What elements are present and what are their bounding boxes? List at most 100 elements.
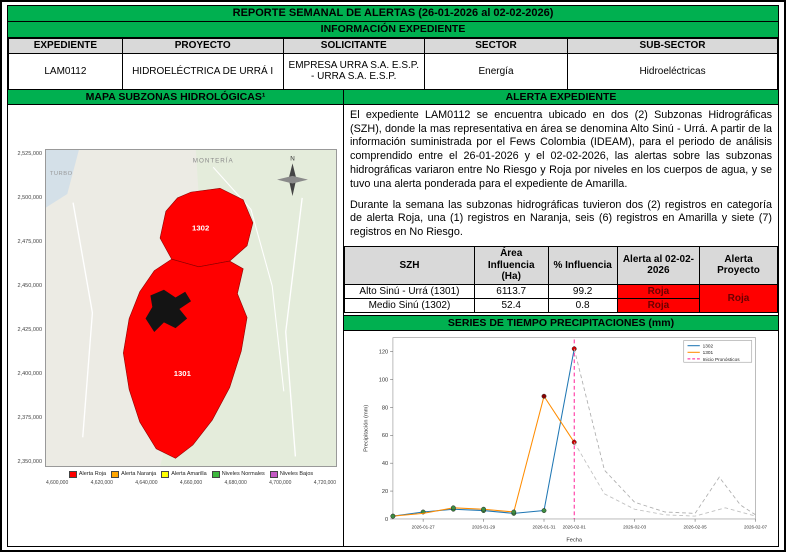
y-axis-label: 2,400,000 [17, 370, 42, 377]
y-axis-label: 2,375,000 [17, 414, 42, 421]
alert-paragraph-1: El expediente LAM0112 se encuentra ubica… [350, 108, 772, 190]
page-title: REPORTE SEMANAL DE ALERTAS (26-01-2026 a… [8, 6, 778, 23]
legend-label: Alerta Naranja [121, 471, 157, 478]
cell-szh-name: Medio Sinú (1302) [344, 297, 475, 313]
svg-text:60: 60 [382, 433, 388, 439]
col-header-sector: SECTOR [423, 37, 569, 54]
value-subsector: Hidroeléctricas [567, 52, 778, 90]
y-axis-label: 2,500,000 [17, 194, 42, 201]
svg-text:2026-02-05: 2026-02-05 [684, 524, 708, 529]
svg-text:Fecha: Fecha [566, 537, 583, 543]
svg-text:2026-01-27: 2026-01-27 [412, 524, 436, 529]
section-headers-row: MAPA SUBZONAS HIDROLÓGICAS¹ ALERTA EXPED… [8, 89, 778, 105]
cell-area: 6113.7 [473, 283, 549, 299]
main-content: 2,525,000 2,500,000 2,475,000 2,450,000 … [8, 104, 778, 546]
x-axis-label: 4,720,000 [313, 479, 336, 486]
map-canvas: 1302 1301 MONTERÍA TURBO N [46, 149, 336, 466]
info-table-header-row: EXPEDIENTE PROYECTO SOLICITANTE SECTOR S… [8, 37, 778, 54]
section-header-mapa-subzonas: MAPA SUBZONAS HIDROLÓGICAS¹ [8, 89, 344, 104]
section-header-informacion-expediente: INFORMACIÓN EXPEDIENTE [8, 22, 778, 38]
zone-label-1302: 1302 [192, 223, 209, 232]
svg-text:80: 80 [382, 405, 388, 411]
x-axis-label: 4,600,000 [46, 479, 69, 486]
value-proyecto: HIDROELÉCTRICA DE URRÁ I [121, 52, 284, 90]
col-header-expediente: EXPEDIENTE [8, 37, 123, 54]
legend-item-alerta-naranja: Alerta Naranja [111, 470, 157, 478]
svg-text:Precipitación (mm): Precipitación (mm) [363, 404, 369, 451]
svg-text:2026-01-31: 2026-01-31 [532, 524, 556, 529]
szh-alert-table: SZH Área Influencia (Ha) % Influencia Al… [344, 246, 778, 313]
legend-item-alerta-roja: Alerta Roja [68, 470, 107, 478]
legend-item-niveles-bajos: Niveles Bajos [269, 470, 314, 478]
table-row-alto-sinu: Alto Sinú - Urrá (1301) 6113.7 99.2 Roja… [344, 283, 778, 313]
y-axis-label: 2,425,000 [17, 326, 42, 333]
legend-swatch-naranja [111, 470, 120, 478]
legend-swatch-normales [211, 470, 220, 478]
legend-swatch-amarilla [161, 470, 170, 478]
value-expediente: LAM0112 [8, 52, 123, 90]
y-axis-label: 2,475,000 [17, 238, 42, 245]
alert-section: El expediente LAM0112 se encuentra ubica… [344, 105, 778, 546]
col-header-solicitante: SOLICITANTE [282, 37, 426, 54]
svg-text:120: 120 [379, 349, 388, 355]
legend-swatch-roja [68, 470, 77, 478]
compass-north-label: N [290, 155, 295, 162]
x-axis-label: 4,660,000 [179, 479, 203, 486]
x-axis-label: 4,620,000 [90, 479, 113, 486]
x-axis-label: 4,680,000 [224, 479, 247, 486]
chart-container: 0 20 40 60 80 100 120 2026-01-27 2026-01-29 2026-… [344, 331, 778, 546]
col-header-pct-influencia: % Influencia [547, 246, 618, 285]
x-axis-label: 4,640,000 [135, 479, 158, 486]
city-label-turbo: TURBO [50, 171, 73, 177]
cell-pct: 0.8 [547, 297, 618, 313]
cell-alerta-status: Roja [616, 297, 701, 313]
value-sector: Energía [423, 52, 569, 90]
col-header-alerta-fecha: Alerta al 02-02-2026 [616, 246, 701, 285]
svg-text:Inicio Pronósticos: Inicio Pronósticos [703, 356, 741, 362]
section-header-series-tiempo: SERIES DE TIEMPO PRECIPITACIONES (mm) [344, 314, 778, 331]
precipitation-time-series-chart: 0 20 40 60 80 100 120 2026-01-27 2026-01-29 2026-… [363, 336, 768, 543]
x-axis-label: 4,700,000 [269, 479, 292, 486]
col-header-area-influencia: Área Influencia (Ha) [473, 246, 549, 285]
map-x-axis: 4,600,000 4,620,000 4,640,000 4,660,000 … [45, 480, 337, 486]
city-label-monteria: MONTERÍA [193, 157, 234, 164]
value-solicitante: EMPRESA URRA S.A. E.S.P. - URRA S.A. E.S… [282, 52, 426, 90]
legend-label: Alerta Amarilla [171, 471, 207, 478]
col-header-proyecto: PROYECTO [121, 37, 284, 54]
map-with-axis: 2,525,000 2,500,000 2,475,000 2,450,000 … [11, 148, 337, 467]
legend-label: Niveles Normales [221, 471, 265, 478]
info-table-value-row: LAM0112 HIDROELÉCTRICA DE URRÁ I EMPRESA… [8, 52, 778, 90]
svg-text:2026-02-07: 2026-02-07 [744, 524, 768, 529]
map-legend: Alerta Roja Alerta Naranja Alerta Amaril… [45, 470, 337, 478]
szh-table-header-row: SZH Área Influencia (Ha) % Influencia Al… [344, 246, 778, 285]
zone-label-1301: 1301 [174, 369, 192, 378]
cell-szh-name: Alto Sinú - Urrá (1301) [344, 283, 475, 299]
map-frame: 1302 1301 MONTERÍA TURBO N [45, 148, 337, 467]
y-axis-label: 2,350,000 [17, 458, 42, 465]
section-header-alerta-expediente: ALERTA EXPEDIENTE [344, 89, 778, 104]
y-axis-label: 2,450,000 [17, 282, 42, 289]
col-header-alerta-proyecto: Alerta Proyecto [699, 246, 778, 285]
report-document: REPORTE SEMANAL DE ALERTAS (26-01-2026 a… [7, 5, 779, 547]
svg-text:100: 100 [379, 377, 388, 383]
cell-alerta-status: Roja [616, 283, 701, 299]
legend-swatch-bajos [269, 470, 278, 478]
svg-text:2026-02-01: 2026-02-01 [563, 524, 587, 529]
cell-pct: 99.2 [547, 283, 618, 299]
legend-item-niveles-normales: Niveles Normales [211, 470, 265, 478]
report-page: REPORTE SEMANAL DE ALERTAS (26-01-2026 a… [0, 0, 786, 552]
svg-text:1302: 1302 [703, 343, 714, 349]
svg-text:1301: 1301 [703, 350, 714, 356]
map-section: 2,525,000 2,500,000 2,475,000 2,450,000 … [8, 104, 344, 546]
legend-label: Alerta Roja [78, 471, 107, 478]
svg-text:2026-01-29: 2026-01-29 [472, 524, 496, 529]
cell-alerta-proyecto: Roja [699, 283, 778, 313]
legend-item-alerta-amarilla: Alerta Amarilla [161, 470, 207, 478]
col-header-subsector: SUB-SECTOR [567, 37, 778, 54]
alert-paragraph-2: Durante la semana las subzonas hidrográf… [350, 198, 772, 239]
svg-text:2026-02-03: 2026-02-03 [623, 524, 647, 529]
svg-text:20: 20 [382, 489, 388, 495]
legend-label: Niveles Bajos [279, 471, 314, 478]
y-axis-label: 2,525,000 [17, 150, 42, 157]
col-header-szh: SZH [344, 246, 475, 285]
